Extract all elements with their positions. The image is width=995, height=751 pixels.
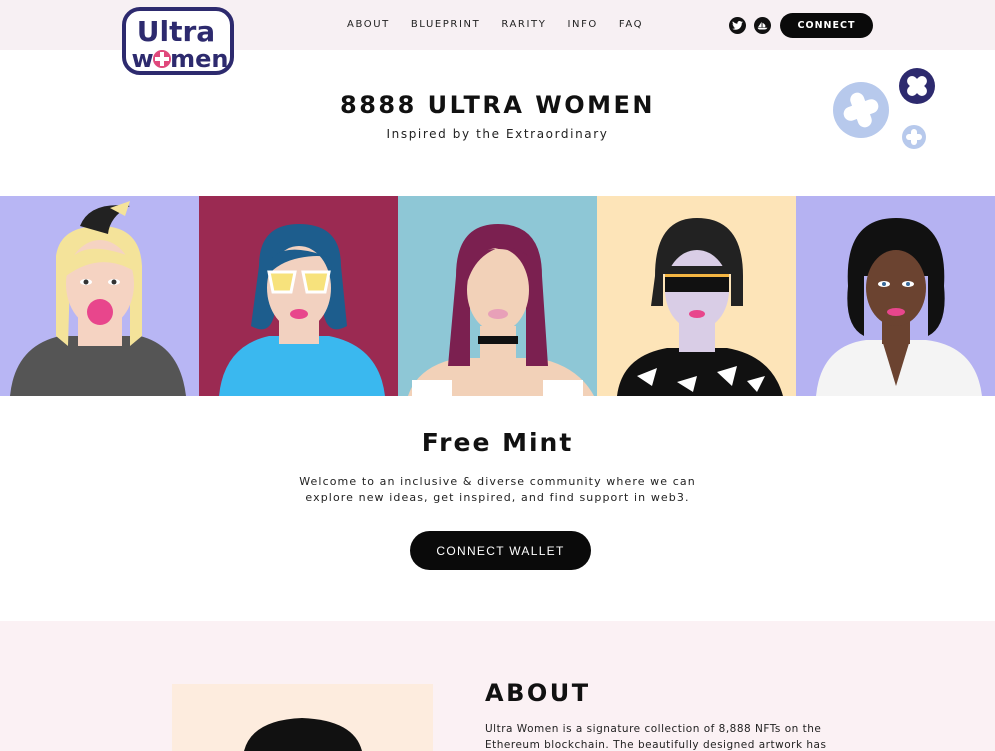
- connect-wallet-button[interactable]: CONNECT WALLET: [410, 531, 591, 570]
- portrait-5: [796, 196, 995, 396]
- mint-title: Free Mint: [421, 428, 574, 457]
- ultra-women-logo[interactable]: Ultra women: [122, 7, 234, 75]
- about-text-line-2: Ethereum blockchain. The beautifully des…: [485, 739, 827, 751]
- page: Ultra women ABOUT BLUEPRINT RARITY INFO …: [0, 0, 995, 751]
- mint-text-line-2: explore new ideas, get inspired, and fin…: [305, 491, 690, 504]
- logo-text-top: Ultra: [137, 15, 215, 48]
- small-plus-icon: [902, 125, 926, 149]
- nav-faq[interactable]: FAQ: [619, 19, 643, 30]
- portrait-2: [199, 196, 398, 396]
- connect-button[interactable]: CONNECT: [780, 13, 873, 38]
- nav-about[interactable]: ABOUT: [347, 19, 390, 30]
- about-text-line-1: Ultra Women is a signature collection of…: [485, 723, 822, 735]
- portrait-gallery: [0, 196, 995, 396]
- mint-text-line-1: Welcome to an inclusive & diverse commun…: [299, 475, 696, 488]
- portrait-1: [0, 196, 199, 396]
- about-title: ABOUT: [485, 679, 591, 707]
- mint-description: Welcome to an inclusive & diverse commun…: [280, 474, 715, 506]
- decorative-plus-icons: [826, 62, 946, 162]
- nav-blueprint[interactable]: BLUEPRINT: [411, 19, 481, 30]
- portrait-4: [597, 196, 796, 396]
- large-plus-icon: [833, 82, 889, 138]
- logo-text-bottom: women: [131, 45, 228, 73]
- main-nav: ABOUT BLUEPRINT RARITY INFO FAQ: [347, 19, 643, 30]
- portrait-3: [398, 196, 597, 396]
- nav-rarity[interactable]: RARITY: [501, 19, 546, 30]
- opensea-icon[interactable]: [754, 17, 771, 34]
- about-image: [172, 684, 433, 751]
- about-description: Ultra Women is a signature collection of…: [485, 721, 835, 751]
- twitter-icon[interactable]: [729, 17, 746, 34]
- dark-plus-icon: [899, 68, 935, 104]
- nav-info[interactable]: INFO: [567, 19, 597, 30]
